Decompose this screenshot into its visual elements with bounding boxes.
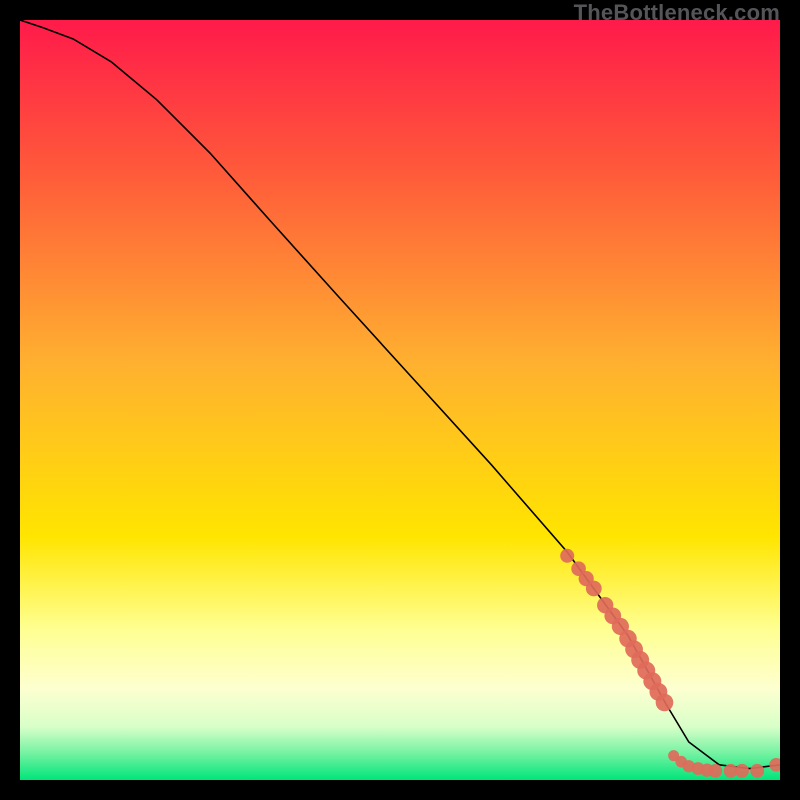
scatter-dot	[656, 694, 674, 712]
scatter-dot	[709, 764, 723, 778]
chart-frame: TheBottleneck.com	[0, 0, 800, 800]
gradient-background	[20, 20, 780, 780]
scatter-dot	[735, 764, 749, 778]
scatter-dot	[586, 581, 602, 597]
scatter-dot	[560, 549, 574, 563]
chart-plot	[20, 20, 780, 780]
scatter-dot	[750, 764, 764, 778]
